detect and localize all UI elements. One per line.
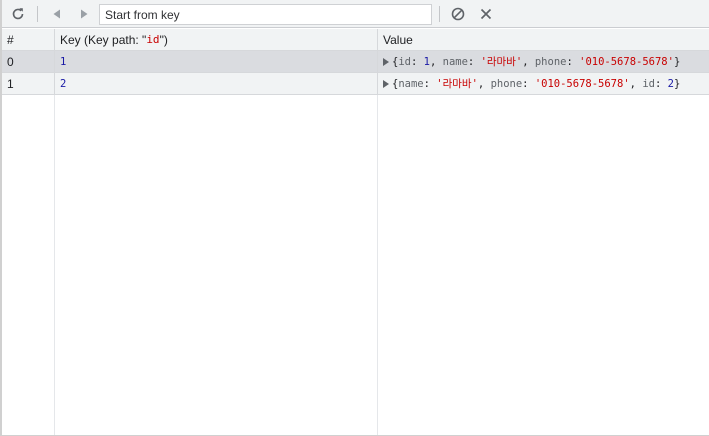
indexeddb-data-view: # Key (Key path: "id") Value 0 1 {id: 1,…	[0, 0, 709, 436]
expand-triangle-icon[interactable]	[383, 79, 389, 88]
value-token: ,	[477, 78, 491, 90]
value-token: :	[522, 78, 535, 90]
value-token: name	[398, 78, 424, 90]
value-token: name	[442, 56, 468, 68]
value-token: :	[566, 56, 580, 68]
value-token: ,	[629, 78, 643, 90]
value-token: phone	[490, 78, 523, 90]
column-header-index[interactable]: #	[2, 29, 54, 50]
row-key: 2	[54, 73, 377, 94]
row-index: 1	[7, 76, 14, 91]
key-path-value: id	[146, 33, 160, 46]
expand-triangle-icon[interactable]	[383, 57, 389, 66]
row-value[interactable]: {id: 1, name: '라마바', phone: '010-5678-56…	[377, 51, 709, 72]
value-token: }	[673, 78, 681, 90]
toolbar	[2, 0, 709, 28]
value-token: phone	[534, 56, 567, 68]
value-token: :	[423, 78, 437, 90]
value-token: '라마바'	[436, 78, 478, 90]
value-token: :	[410, 56, 424, 68]
clear-block-icon[interactable]	[448, 4, 468, 24]
column-divider	[54, 95, 55, 435]
prev-page-icon[interactable]	[47, 4, 67, 24]
toolbar-separator	[439, 6, 440, 22]
grid-header: # Key (Key path: " id ") Value	[2, 29, 709, 51]
value-preview: {name: '라마바', phone: '010-5678-5678', id…	[392, 76, 680, 91]
row-index: 0	[7, 54, 14, 69]
column-divider	[377, 95, 378, 435]
start-from-key-input[interactable]	[99, 4, 432, 25]
value-token: id	[398, 56, 411, 68]
row-value[interactable]: {name: '라마바', phone: '010-5678-5678', id…	[377, 73, 709, 94]
delete-x-icon[interactable]	[476, 4, 496, 24]
value-token: ,	[429, 56, 443, 68]
value-token: '010-5678-5678'	[579, 56, 674, 68]
value-token: ,	[522, 56, 535, 68]
value-token: :	[467, 56, 481, 68]
value-preview: {id: 1, name: '라마바', phone: '010-5678-56…	[392, 54, 680, 69]
value-token: :	[654, 78, 668, 90]
value-token: id	[642, 78, 655, 90]
column-header-value[interactable]: Value	[377, 29, 709, 50]
value-token: '010-5678-5678'	[534, 78, 630, 90]
value-token: }	[673, 56, 681, 68]
table-row[interactable]: 1 2 {name: '라마바', phone: '010-5678-5678'…	[2, 73, 709, 95]
data-grid: # Key (Key path: " id ") Value 0 1 {id: 1,…	[2, 29, 709, 95]
refresh-icon[interactable]	[8, 4, 28, 24]
value-token: '라마바'	[480, 56, 523, 68]
row-key: 1	[54, 51, 377, 72]
table-row[interactable]: 0 1 {id: 1, name: '라마바', phone: '010-567…	[2, 51, 709, 73]
column-header-key[interactable]: Key (Key path: " id ")	[54, 29, 377, 50]
toolbar-separator	[37, 6, 38, 22]
next-page-icon[interactable]	[74, 4, 94, 24]
